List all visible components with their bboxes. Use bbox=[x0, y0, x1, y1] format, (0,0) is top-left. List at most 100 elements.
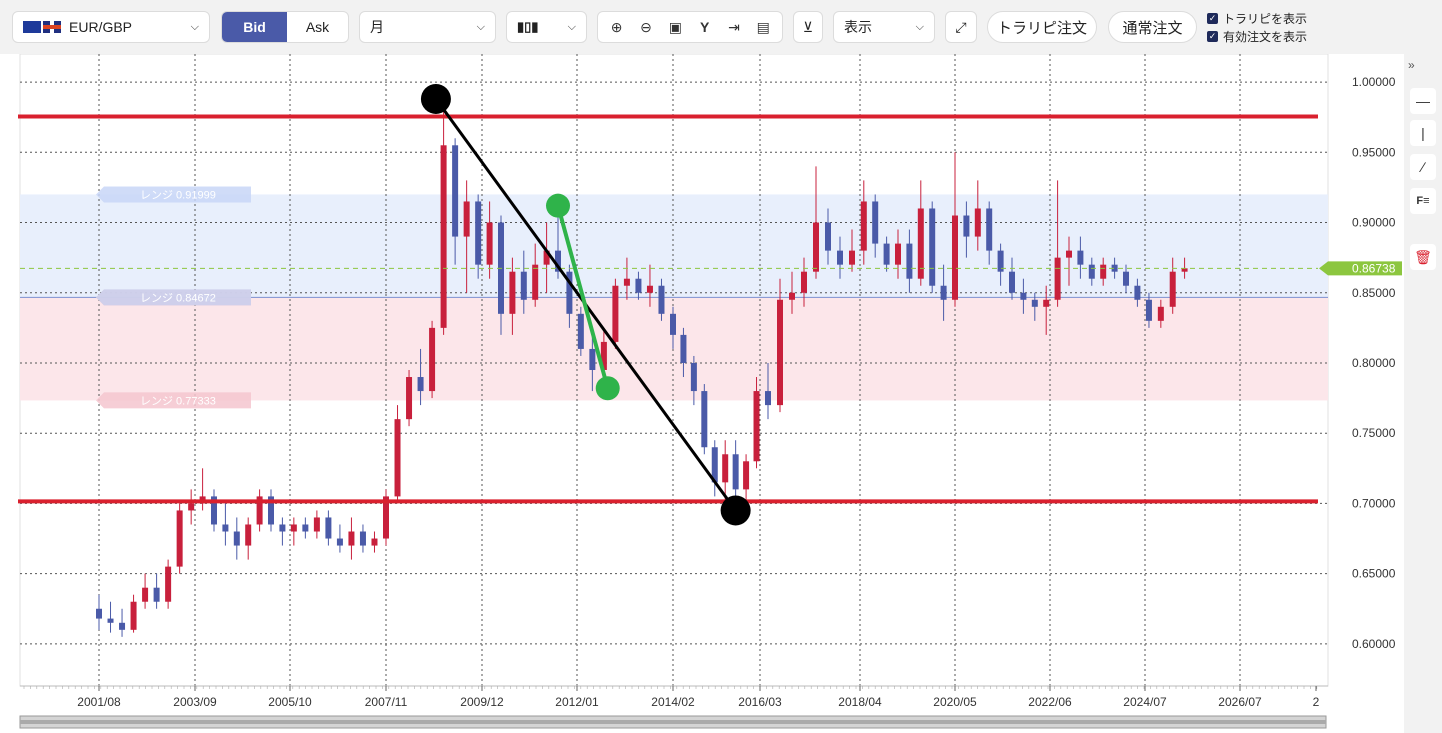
checkbox-checked-icon: ✓ bbox=[1207, 13, 1218, 24]
bid-ask-toggle: Bid Ask bbox=[221, 11, 349, 43]
candle-body bbox=[1043, 299, 1050, 307]
period-label: 月 bbox=[370, 19, 384, 35]
vertical-line-tool-icon[interactable]: | bbox=[1410, 120, 1436, 146]
candle-body bbox=[732, 454, 739, 490]
candle-body bbox=[1123, 271, 1129, 286]
show-trap-checkbox[interactable]: ✓ トラリピを表示 bbox=[1207, 10, 1307, 27]
candle-body bbox=[165, 566, 172, 602]
indicator-add-icon: ⊻ bbox=[802, 18, 814, 35]
candle-body bbox=[753, 391, 760, 462]
trend-line-handle[interactable] bbox=[720, 495, 751, 526]
candle-body bbox=[1157, 306, 1164, 321]
candle-body bbox=[635, 278, 642, 293]
candle-body bbox=[348, 531, 355, 546]
candle-body bbox=[452, 145, 459, 237]
current-price-label: 0.86738 bbox=[1352, 261, 1396, 275]
candle-body bbox=[325, 517, 332, 539]
candlestick-icon: ▮▯▮ bbox=[517, 19, 539, 34]
y-tick-label: 0.75000 bbox=[1352, 426, 1396, 440]
x-tick-label: 2022/06 bbox=[1028, 695, 1072, 709]
x-tick-label: 2014/02 bbox=[651, 695, 695, 709]
gb-flag-icon bbox=[43, 21, 61, 33]
display-select[interactable]: 表示 ⌵ bbox=[833, 11, 935, 43]
period-select[interactable]: 月 ⌵ bbox=[359, 11, 496, 43]
candle-body bbox=[701, 391, 708, 448]
fibonacci-tool-icon[interactable]: F≡ bbox=[1410, 188, 1436, 214]
candle-body bbox=[279, 524, 286, 532]
candle-body bbox=[532, 264, 539, 300]
indicator-button[interactable]: ⊻ bbox=[793, 11, 823, 43]
candle-body bbox=[417, 377, 424, 392]
y-axis-lock-icon[interactable]: Y bbox=[692, 14, 718, 40]
x-tick-label: 2026/07 bbox=[1218, 695, 1262, 709]
candle-body bbox=[929, 208, 936, 286]
chevron-down-icon: ⌵ bbox=[915, 20, 924, 33]
chevron-down-icon: ⌵ bbox=[567, 20, 576, 33]
candle-body bbox=[1145, 299, 1152, 321]
range-label-text: レンジ 0.84672 bbox=[140, 292, 216, 304]
candle-body bbox=[777, 299, 783, 406]
candle-body bbox=[612, 285, 619, 342]
candle-body bbox=[658, 285, 665, 314]
drawing-tools-panel: » — | ∕ F≡ 🗑 bbox=[1404, 54, 1442, 733]
range-label-text: レンジ 0.91999 bbox=[140, 189, 216, 201]
candle-body bbox=[1054, 257, 1061, 300]
price-chart[interactable]: レンジ 0.91999レンジ 0.84660レンジ 0.84672レンジ 0.7… bbox=[0, 54, 1404, 733]
expand-icon: ⤢ bbox=[955, 18, 967, 35]
candle-body bbox=[245, 524, 252, 546]
horizontal-line-tool-icon[interactable]: — bbox=[1410, 88, 1436, 114]
show-active-orders-checkbox[interactable]: ✓ 有効注文を表示 bbox=[1207, 28, 1307, 45]
candle-body bbox=[153, 587, 160, 602]
scrollbar-thumb[interactable] bbox=[20, 720, 1326, 724]
show-trap-label: トラリピを表示 bbox=[1223, 12, 1308, 26]
candle-body bbox=[722, 454, 729, 483]
fit-screen-icon[interactable]: ▣ bbox=[662, 14, 688, 40]
trap-order-button[interactable]: トラリピ注文 bbox=[987, 11, 1097, 43]
candle-body bbox=[974, 208, 981, 237]
candle-body bbox=[440, 145, 447, 328]
candle-body bbox=[394, 419, 401, 497]
zoom-in-icon[interactable]: ⊕ bbox=[604, 14, 630, 40]
candle-body bbox=[1077, 250, 1084, 265]
candle-body bbox=[1031, 299, 1038, 307]
x-tick-label: 2001/08 bbox=[77, 695, 121, 709]
y-tick-label: 0.80000 bbox=[1352, 356, 1396, 370]
candle-body bbox=[680, 334, 687, 363]
candle-body bbox=[986, 208, 993, 251]
candle-body bbox=[577, 313, 584, 349]
candle-body bbox=[406, 377, 413, 420]
candle-body bbox=[801, 271, 807, 293]
expand-right-icon[interactable]: » bbox=[1408, 58, 1415, 72]
trend-line-handle[interactable] bbox=[420, 83, 451, 114]
show-active-orders-label: 有効注文を表示 bbox=[1223, 30, 1308, 44]
ask-button[interactable]: Ask bbox=[287, 12, 348, 42]
candle-body bbox=[1134, 285, 1141, 300]
candle-body bbox=[646, 285, 653, 293]
fullscreen-button[interactable]: ⤢ bbox=[945, 11, 977, 43]
candle-body bbox=[107, 618, 114, 623]
y-tick-label: 0.70000 bbox=[1352, 496, 1396, 510]
trend-line-handle[interactable] bbox=[595, 376, 620, 401]
x-tick-label: 2020/05 bbox=[933, 695, 977, 709]
candle-body bbox=[96, 608, 102, 619]
x-tick-label: 2012/01 bbox=[555, 695, 599, 709]
candle-body bbox=[765, 391, 771, 406]
symbol-select[interactable]: EUR/GBP ⌵ bbox=[12, 11, 210, 43]
y-tick-label: 0.95000 bbox=[1352, 145, 1396, 159]
trend-line-tool-icon[interactable]: ∕ bbox=[1410, 154, 1436, 180]
candle-body bbox=[130, 601, 137, 630]
x-tick-label: 2016/03 bbox=[738, 695, 782, 709]
trash-icon[interactable]: 🗑 bbox=[1410, 244, 1436, 270]
candle-body bbox=[509, 271, 516, 314]
candle-body bbox=[1020, 292, 1027, 300]
y-tick-label: 0.60000 bbox=[1352, 637, 1396, 651]
candle-body bbox=[475, 201, 482, 265]
trend-line-handle[interactable] bbox=[546, 193, 570, 218]
bid-button[interactable]: Bid bbox=[222, 12, 287, 42]
normal-order-button[interactable]: 通常注文 bbox=[1108, 11, 1197, 43]
zoom-out-icon[interactable]: ⊖ bbox=[633, 14, 659, 40]
chart-type-select[interactable]: ▮▯▮ ⌵ bbox=[506, 11, 587, 43]
document-icon[interactable]: ▤ bbox=[750, 14, 776, 40]
candle-body bbox=[589, 348, 596, 370]
scroll-to-latest-icon[interactable]: ⇥ bbox=[721, 14, 747, 40]
